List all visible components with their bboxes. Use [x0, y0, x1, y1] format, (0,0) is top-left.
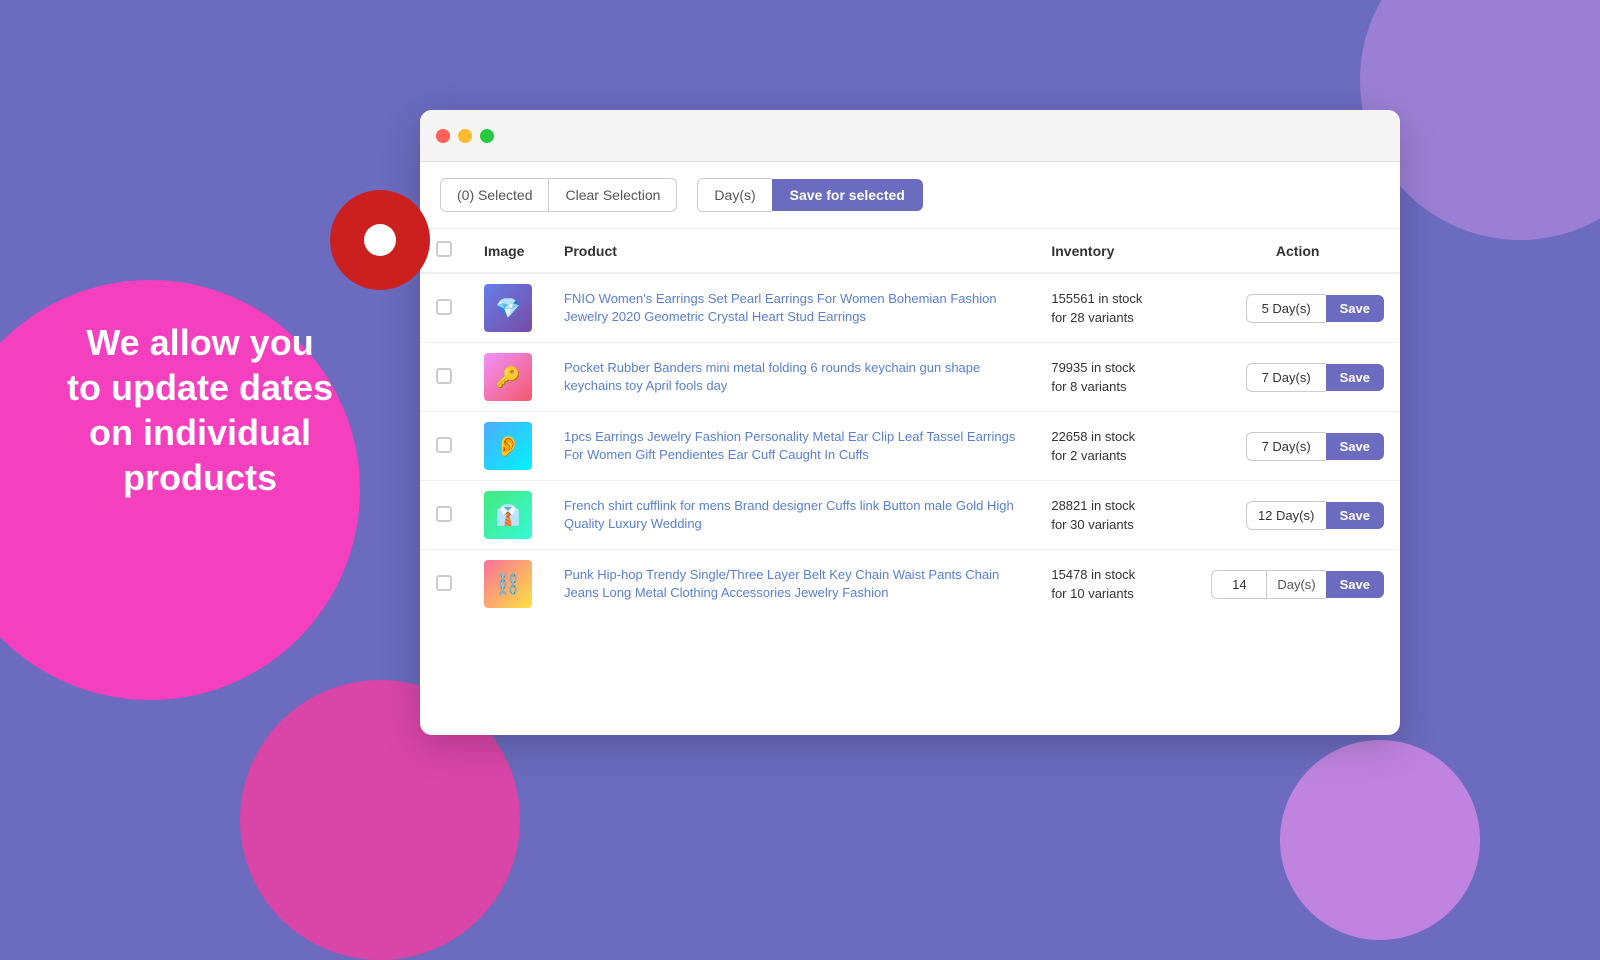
toolbar: (0) Selected Clear Selection Day(s) Save… [420, 162, 1400, 229]
table-row: ⛓️ Punk Hip-hop Trendy Single/Three Layer… [420, 550, 1400, 619]
inventory-cell: 79935 in stockfor 8 variants [1035, 343, 1195, 412]
header-action: Action [1195, 229, 1400, 273]
browser-window: (0) Selected Clear Selection Day(s) Save… [420, 110, 1400, 735]
save-button[interactable]: Save [1326, 433, 1384, 460]
days-input[interactable] [1211, 570, 1266, 599]
inventory-cell: 155561 in stockfor 28 variants [1035, 273, 1195, 343]
header-inventory: Inventory [1035, 229, 1195, 273]
table-row: 🔑 Pocket Rubber Banders mini metal foldin… [420, 343, 1400, 412]
inventory-cell: 15478 in stockfor 10 variants [1035, 550, 1195, 619]
row-checkbox[interactable] [436, 437, 452, 453]
inventory-cell: 28821 in stockfor 30 variants [1035, 481, 1195, 550]
days-label: Day(s) [1266, 570, 1325, 599]
table-header: Image Product Inventory Action [420, 229, 1400, 273]
traffic-dot-green[interactable] [480, 129, 494, 143]
traffic-dot-red[interactable] [436, 129, 450, 143]
bg-circle-purple-bottom-right [1280, 740, 1480, 940]
inventory-cell: 22658 in stockfor 2 variants [1035, 412, 1195, 481]
product-link[interactable]: Pocket Rubber Banders mini metal folding… [564, 360, 980, 393]
days-label-button[interactable]: Day(s) [697, 178, 771, 212]
product-link[interactable]: French shirt cufflink for mens Brand des… [564, 498, 1014, 531]
product-link[interactable]: FNIO Women's Earrings Set Pearl Earrings… [564, 291, 997, 324]
save-button[interactable]: Save [1326, 502, 1384, 529]
save-button[interactable]: Save [1326, 364, 1384, 391]
product-table-body: 💎 FNIO Women's Earrings Set Pearl Earring… [420, 273, 1400, 618]
action-cell: Day(s)Save [1195, 550, 1400, 619]
table-row: 👔 French shirt cufflink for mens Brand de… [420, 481, 1400, 550]
row-checkbox[interactable] [436, 368, 452, 384]
days-display: 7 Day(s) [1246, 363, 1326, 392]
save-for-selected-button[interactable]: Save for selected [772, 179, 923, 211]
product-link[interactable]: Punk Hip-hop Trendy Single/Three Layer B… [564, 567, 999, 600]
header-product: Product [548, 229, 1035, 273]
action-cell: 5 Day(s)Save [1195, 273, 1400, 343]
action-cell: 7 Day(s)Save [1195, 343, 1400, 412]
product-image: ⛓️ [484, 560, 532, 608]
table-row: 👂 1pcs Earrings Jewelry Fashion Personali… [420, 412, 1400, 481]
product-image: 👂 [484, 422, 532, 470]
clear-selection-button[interactable]: Clear Selection [548, 178, 677, 212]
days-display: 12 Day(s) [1246, 501, 1326, 530]
traffic-dot-yellow[interactable] [458, 129, 472, 143]
product-image: 🔑 [484, 353, 532, 401]
browser-titlebar [420, 110, 1400, 162]
product-link[interactable]: 1pcs Earrings Jewelry Fashion Personalit… [564, 429, 1015, 462]
row-checkbox[interactable] [436, 299, 452, 315]
product-image: 💎 [484, 284, 532, 332]
row-checkbox[interactable] [436, 575, 452, 591]
select-all-checkbox[interactable] [436, 241, 452, 257]
product-table-container: Image Product Inventory Action 💎 FNIO Wom… [420, 229, 1400, 618]
save-button[interactable]: Save [1326, 295, 1384, 322]
record-button[interactable] [330, 190, 430, 290]
action-cell: 7 Day(s)Save [1195, 412, 1400, 481]
days-display: 5 Day(s) [1246, 294, 1326, 323]
selected-button[interactable]: (0) Selected [440, 178, 548, 212]
action-cell: 12 Day(s)Save [1195, 481, 1400, 550]
header-image: Image [468, 229, 548, 273]
days-display: 7 Day(s) [1246, 432, 1326, 461]
save-button[interactable]: Save [1326, 571, 1384, 598]
row-checkbox[interactable] [436, 506, 452, 522]
table-row: 💎 FNIO Women's Earrings Set Pearl Earring… [420, 273, 1400, 343]
product-image: 👔 [484, 491, 532, 539]
record-inner-dot [364, 224, 396, 256]
product-table: Image Product Inventory Action 💎 FNIO Wom… [420, 229, 1400, 618]
left-promo-text: We allow you to update dates on individu… [20, 320, 380, 500]
